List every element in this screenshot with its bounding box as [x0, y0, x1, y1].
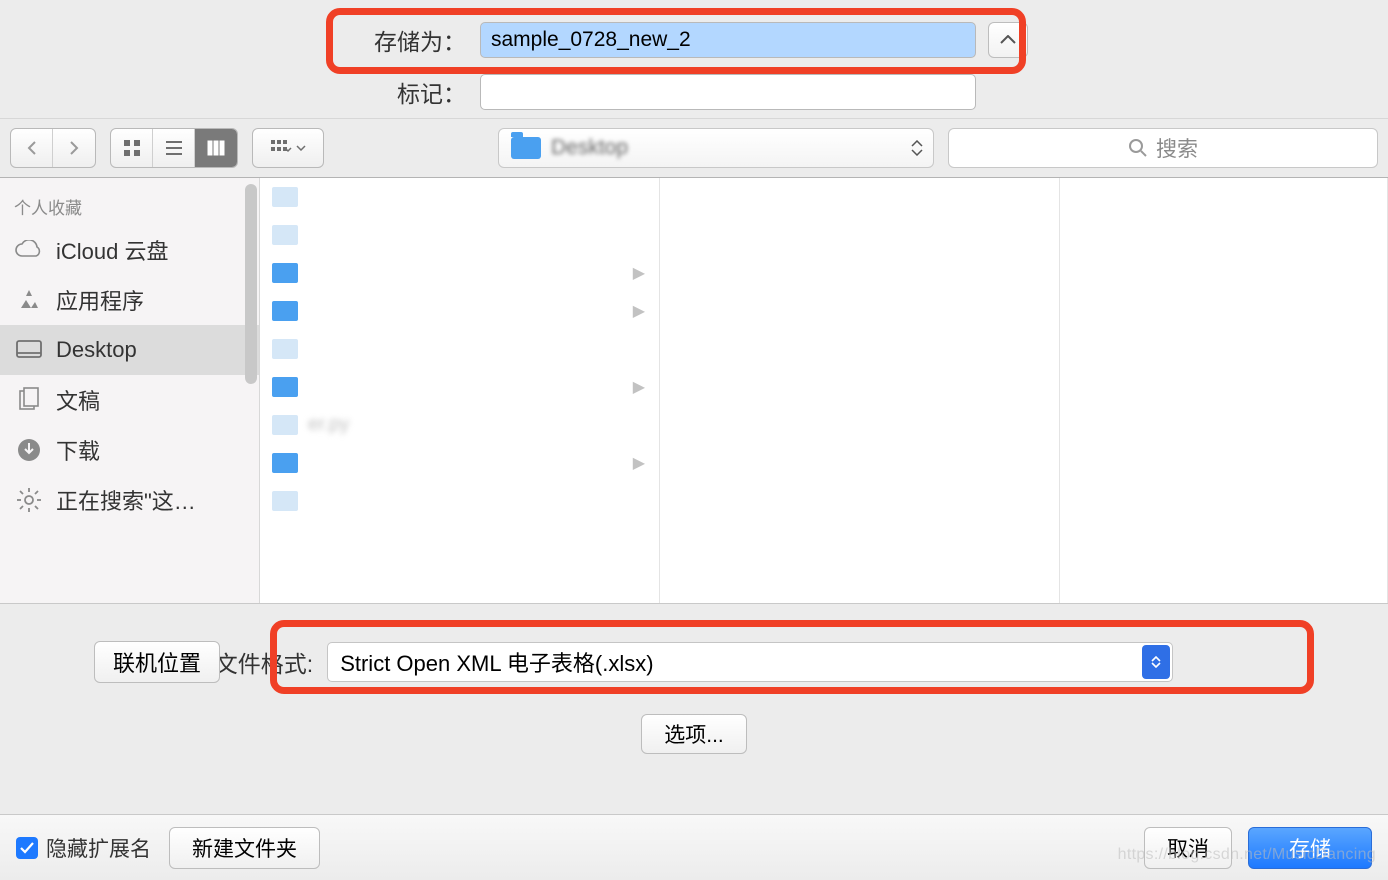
disclosure-arrow-icon: ▶ — [633, 377, 645, 397]
desktop-icon — [14, 337, 44, 363]
hide-extension-label: 隐藏扩展名 — [46, 833, 151, 863]
file-column-3 — [1060, 178, 1388, 603]
save-button[interactable]: 存储 — [1248, 827, 1372, 869]
nav-back-button[interactable] — [11, 129, 53, 167]
file-format-label: 文件格式: — [215, 645, 313, 679]
file-thumb-icon — [272, 301, 298, 321]
file-thumb-icon — [272, 415, 298, 435]
file-browser: 个人收藏 iCloud 云盘 应用程序 Desktop 文稿 下载 — [0, 178, 1388, 604]
file-row[interactable]: ▶ — [260, 368, 659, 406]
up-down-icon — [1142, 645, 1170, 679]
sidebar: 个人收藏 iCloud 云盘 应用程序 Desktop 文稿 下载 — [0, 178, 260, 603]
sidebar-heading: 个人收藏 — [0, 188, 259, 225]
file-column-2 — [660, 178, 1060, 603]
file-thumb-icon — [272, 187, 298, 207]
sidebar-item-downloads[interactable]: 下载 — [0, 425, 259, 475]
file-row[interactable]: ▶ — [260, 254, 659, 292]
sidebar-item-label: 文稿 — [56, 384, 100, 416]
cancel-button[interactable]: 取消 — [1144, 827, 1232, 869]
file-thumb-icon — [272, 491, 298, 511]
file-row[interactable] — [260, 178, 659, 216]
file-row[interactable]: er.py — [260, 406, 659, 444]
file-thumb-icon — [272, 263, 298, 283]
file-thumb-icon — [272, 339, 298, 359]
sidebar-item-apps[interactable]: 应用程序 — [0, 275, 259, 325]
online-locations-button[interactable]: 联机位置 — [94, 641, 220, 683]
location-label: Desktop — [551, 136, 628, 160]
sidebar-item-label: 应用程序 — [56, 284, 144, 316]
gear-icon — [14, 487, 44, 513]
sidebar-item-label: 正在搜索"这… — [56, 484, 196, 516]
sidebar-item-documents[interactable]: 文稿 — [0, 375, 259, 425]
file-thumb-icon — [272, 453, 298, 473]
search-input[interactable]: 搜索 — [948, 128, 1378, 168]
toolbar: Desktop 搜索 — [0, 118, 1388, 178]
filename-input[interactable] — [480, 22, 976, 58]
search-icon — [1128, 138, 1148, 158]
up-down-icon — [911, 140, 923, 156]
file-row[interactable] — [260, 482, 659, 520]
tags-label: 标记： — [360, 75, 480, 109]
hide-extension-checkbox[interactable] — [16, 837, 38, 859]
disclosure-arrow-icon: ▶ — [633, 301, 645, 321]
file-thumb-icon — [272, 225, 298, 245]
save-as-section: 存储为： 标记： — [0, 0, 1388, 118]
file-row[interactable] — [260, 216, 659, 254]
downloads-icon — [14, 437, 44, 463]
group-by-dropdown[interactable] — [252, 128, 324, 168]
disclosure-arrow-icon: ▶ — [633, 453, 645, 473]
documents-icon — [14, 387, 44, 413]
sidebar-item-searching[interactable]: 正在搜索"这… — [0, 475, 259, 525]
format-section: 联机位置 文件格式: Strict Open XML 电子表格(.xlsx) 选… — [0, 604, 1388, 814]
file-format-value: Strict Open XML 电子表格(.xlsx) — [340, 646, 653, 678]
sidebar-scrollbar[interactable] — [245, 184, 257, 384]
view-mode-segment — [110, 128, 238, 168]
chevron-up-icon — [1000, 35, 1016, 45]
file-name: er.py — [308, 414, 349, 436]
sidebar-item-label: iCloud 云盘 — [56, 234, 168, 266]
icon-view-button[interactable] — [111, 129, 153, 167]
file-thumb-icon — [272, 377, 298, 397]
sidebar-item-icloud[interactable]: iCloud 云盘 — [0, 225, 259, 275]
file-row[interactable]: ▶ — [260, 292, 659, 330]
column-view-button[interactable] — [195, 129, 237, 167]
tags-input[interactable] — [480, 74, 976, 110]
search-placeholder: 搜索 — [1156, 133, 1198, 163]
location-select[interactable]: Desktop — [498, 128, 934, 168]
apps-icon — [14, 287, 44, 313]
disclosure-arrow-icon: ▶ — [633, 263, 645, 283]
folder-icon — [511, 137, 541, 159]
file-row[interactable]: ▶ — [260, 444, 659, 482]
nav-back-forward — [10, 128, 96, 168]
options-button[interactable]: 选项... — [641, 714, 747, 754]
cloud-icon — [14, 237, 44, 263]
file-format-select[interactable]: Strict Open XML 电子表格(.xlsx) — [327, 642, 1173, 682]
list-view-button[interactable] — [153, 129, 195, 167]
save-as-label: 存储为： — [360, 23, 480, 57]
file-column-1: ▶ ▶ ▶ er.py ▶ — [260, 178, 660, 603]
sidebar-item-label: 下载 — [56, 434, 100, 466]
sidebar-item-label: Desktop — [56, 337, 137, 363]
sidebar-item-desktop[interactable]: Desktop — [0, 325, 259, 375]
group-by-button[interactable] — [253, 129, 323, 167]
nav-forward-button[interactable] — [53, 129, 95, 167]
footer: 隐藏扩展名 新建文件夹 取消 存储 — [0, 814, 1388, 880]
new-folder-button[interactable]: 新建文件夹 — [169, 827, 320, 869]
expand-toggle-button[interactable] — [988, 22, 1028, 58]
file-row[interactable] — [260, 330, 659, 368]
